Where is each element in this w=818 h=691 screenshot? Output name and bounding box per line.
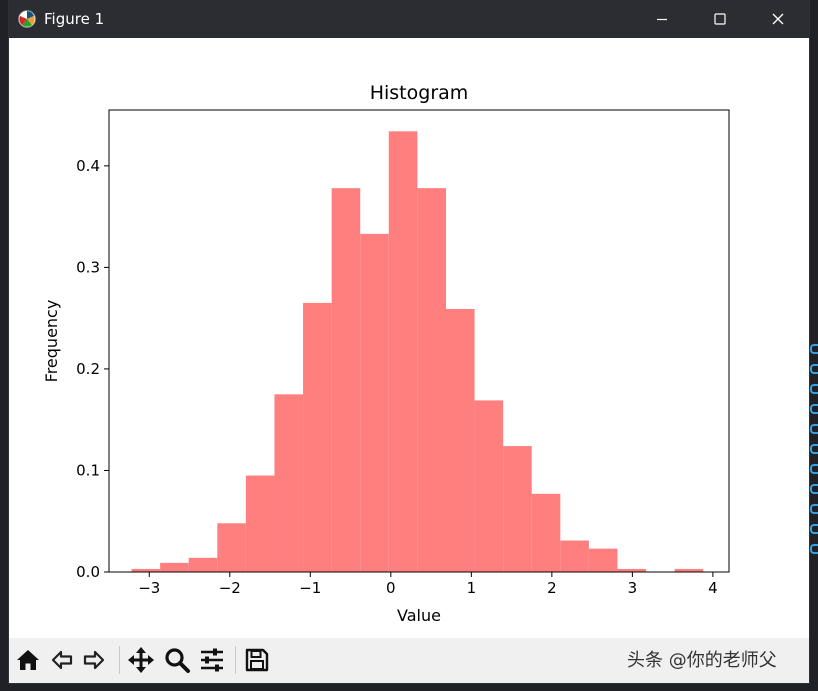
histogram-bar	[388, 131, 418, 573]
x-tick-label: 3	[628, 579, 638, 597]
x-axis-ticks: −3 −2 −1 0 1 2 3 4	[138, 572, 718, 597]
histogram-bar	[303, 302, 332, 572]
magnifier-icon	[165, 648, 190, 673]
histogram-bar	[160, 562, 189, 572]
y-tick-label: 0.3	[76, 258, 100, 276]
bars-layer	[131, 131, 704, 573]
y-axis-ticks: 0.0 0.1 0.2 0.3 0.4	[76, 157, 109, 581]
x-tick-label: −3	[138, 579, 160, 597]
x-tick-label: −1	[299, 579, 321, 597]
x-tick-label: 0	[386, 579, 396, 597]
move-icon	[128, 647, 154, 673]
floppy-disk-icon	[245, 648, 269, 672]
histogram-bar	[331, 188, 361, 572]
histogram-bar	[503, 446, 532, 572]
x-axis-label: Value	[397, 606, 441, 625]
x-tick-label: −2	[219, 579, 241, 597]
sliders-icon	[201, 648, 223, 672]
histogram-chart: −3 −2 −1 0 1 2 3 4 0.0 0.1 0.2 0.3 0.4 Histogram Va…	[42, 82, 730, 625]
toolbar-separator	[119, 646, 120, 674]
forward-button[interactable]	[79, 645, 109, 675]
y-axis-label: Frequency	[42, 300, 61, 383]
histogram-bar	[445, 309, 475, 572]
histogram-bar	[217, 523, 246, 572]
minimize-button[interactable]	[633, 0, 691, 38]
y-tick-label: 0.4	[76, 157, 100, 175]
minimize-icon	[657, 18, 667, 21]
y-tick-label: 0.0	[76, 563, 100, 581]
histogram-bar	[188, 557, 218, 572]
maximize-icon	[714, 13, 726, 25]
close-icon	[772, 13, 784, 25]
y-tick-label: 0.1	[76, 461, 100, 479]
histogram-bar	[531, 493, 561, 572]
x-tick-label: 2	[547, 579, 557, 597]
maximize-button[interactable]	[691, 0, 749, 38]
x-tick-label: 1	[467, 579, 477, 597]
home-icon	[17, 650, 39, 670]
y-tick-label: 0.2	[76, 360, 100, 378]
forward-arrow-icon	[83, 650, 105, 670]
save-button[interactable]	[242, 645, 272, 675]
histogram-bar	[417, 188, 446, 572]
figure-canvas[interactable]: −3 −2 −1 0 1 2 3 4 0.0 0.1 0.2 0.3 0.4 Histogram Va…	[9, 38, 809, 638]
histogram-bar	[474, 400, 504, 572]
title-bar[interactable]: Figure 1	[9, 0, 809, 38]
configure-subplots-button[interactable]	[197, 645, 227, 675]
histogram-bar	[274, 394, 304, 572]
pan-button[interactable]	[126, 645, 156, 675]
back-button[interactable]	[47, 645, 77, 675]
figure-window: Figure 1 −3 −2 −1 0 1 2 3 4 0.0 0.1 0.2 0.3 0.4 His…	[9, 0, 809, 683]
histogram-bar	[360, 233, 389, 572]
histogram-bar	[588, 548, 618, 572]
toolbar-separator	[235, 646, 236, 674]
watermark-text: 头条 @你的老师父	[627, 650, 777, 671]
back-arrow-icon	[51, 650, 73, 670]
close-button[interactable]	[749, 0, 807, 38]
histogram-bar	[560, 540, 589, 572]
zoom-button[interactable]	[162, 645, 192, 675]
x-tick-label: 4	[708, 579, 718, 597]
navigation-toolbar: 头条 @你的老师父	[9, 638, 809, 683]
background-editor-strip	[809, 340, 818, 560]
histogram-bar	[245, 475, 275, 572]
chart-title: Histogram	[370, 82, 469, 104]
matplotlib-app-icon	[18, 10, 36, 28]
home-button[interactable]	[13, 645, 43, 675]
window-title: Figure 1	[44, 10, 105, 28]
